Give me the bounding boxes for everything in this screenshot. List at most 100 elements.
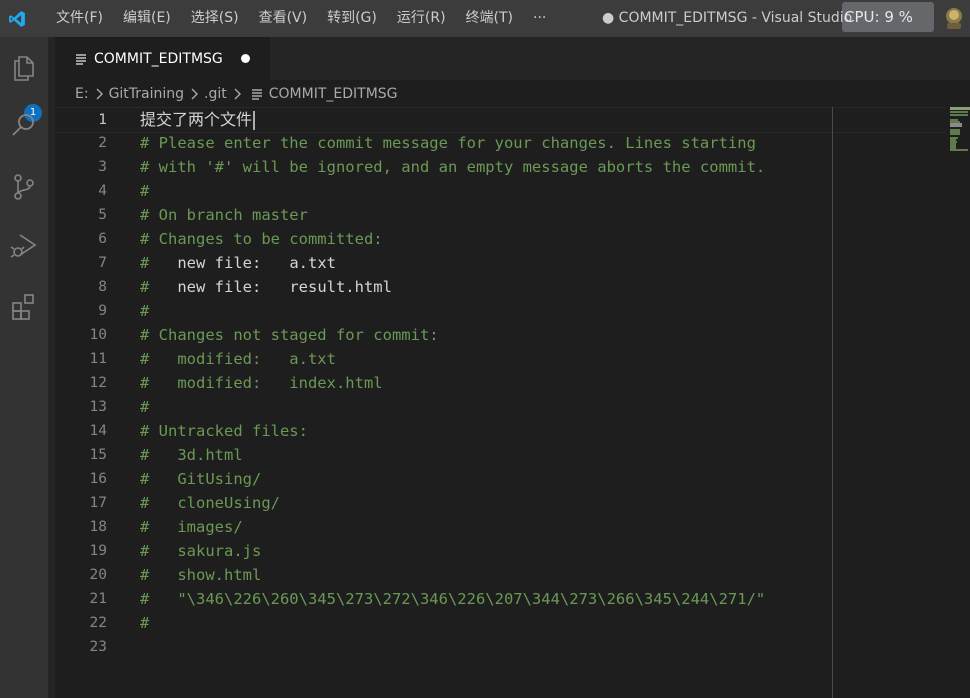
menu-edit[interactable]: 编辑(E) <box>113 0 181 37</box>
editor-line[interactable]: 4 # <box>55 179 945 203</box>
line-text[interactable]: # Please enter the commit message for yo… <box>140 131 756 155</box>
line-text[interactable]: # new file: a.txt <box>140 251 336 275</box>
line-number: 22 <box>89 615 107 631</box>
minimap[interactable] <box>950 107 970 153</box>
extensions-icon <box>12 294 34 320</box>
sidebar-edge <box>48 37 55 698</box>
line-text[interactable]: # sakura.js <box>140 539 261 563</box>
editor-line[interactable]: 12 # modified: index.html <box>55 371 945 395</box>
extensions-button[interactable] <box>0 282 48 330</box>
file-lines-icon <box>251 88 262 100</box>
line-number: 19 <box>89 543 107 559</box>
line-text[interactable]: # new file: result.html <box>140 275 392 299</box>
search-icon <box>12 114 34 136</box>
line-text[interactable]: # show.html <box>140 563 261 587</box>
line-text[interactable]: # with '#' will be ignored, and an empty… <box>140 155 765 179</box>
editor-line[interactable]: 6 # Changes to be committed: <box>55 227 945 251</box>
menu-file[interactable]: 文件(F) <box>46 0 113 37</box>
editor-line[interactable]: 20 # show.html <box>55 563 945 587</box>
breadcrumb-drive[interactable]: E: <box>75 86 89 102</box>
line-text[interactable]: # <box>140 179 149 203</box>
line-number: 15 <box>89 447 107 463</box>
editor-line[interactable]: 18 # images/ <box>55 515 945 539</box>
line-text[interactable]: # <box>140 611 149 635</box>
chevron-right-icon <box>96 88 103 99</box>
text-cursor <box>253 111 256 130</box>
line-text[interactable]: # "\346\226\260\345\273\272\346\226\207\… <box>140 587 765 611</box>
breadcrumb-subfolder[interactable]: .git <box>204 86 227 102</box>
editor-line[interactable]: 23 <box>55 635 945 659</box>
editor-line[interactable]: 19 # sakura.js <box>55 539 945 563</box>
breadcrumb-folder[interactable]: GitTraining <box>109 86 184 102</box>
line-text[interactable]: # Changes to be committed: <box>140 227 383 251</box>
source-control-button[interactable] <box>0 163 48 211</box>
menu-bar: 文件(F) 编辑(E) 选择(S) 查看(V) 转到(G) 运行(R) 终端(T… <box>46 0 556 37</box>
line-text[interactable]: # 3d.html <box>140 443 243 467</box>
line-number: 12 <box>89 375 107 391</box>
line-text[interactable]: # GitUsing/ <box>140 467 261 491</box>
line-number: 14 <box>89 423 107 439</box>
title-bar: 文件(F) 编辑(E) 选择(S) 查看(V) 转到(G) 运行(R) 终端(T… <box>0 0 970 37</box>
line-number: 23 <box>89 639 107 655</box>
editor-line[interactable]: 3 # with '#' will be ignored, and an empt… <box>55 155 945 179</box>
editor-line[interactable]: 11 # modified: a.txt <box>55 347 945 371</box>
editor-ruler <box>832 107 833 698</box>
chevron-right-icon <box>234 88 241 99</box>
vscode-logo-icon <box>9 10 25 27</box>
line-number: 11 <box>89 351 107 367</box>
menu-view[interactable]: 查看(V) <box>249 0 318 37</box>
line-text[interactable]: # On branch master <box>140 203 308 227</box>
menu-run[interactable]: 运行(R) <box>387 0 456 37</box>
editor-line[interactable]: 13 # <box>55 395 945 419</box>
cpu-usage-overlay: CPU: 9 % <box>842 2 934 32</box>
menu-terminal[interactable]: 终端(T) <box>456 0 523 37</box>
line-text[interactable]: # <box>140 299 149 323</box>
chevron-right-icon <box>191 88 199 99</box>
menu-go[interactable]: 转到(G) <box>317 0 387 37</box>
unsaved-dot-icon[interactable] <box>240 54 250 63</box>
editor-line[interactable]: 8 # new file: result.html <box>55 275 945 299</box>
line-number: 7 <box>98 255 107 271</box>
menu-more-button[interactable]: ··· <box>523 0 556 37</box>
explorer-button[interactable] <box>0 44 48 92</box>
line-number: 21 <box>89 591 107 607</box>
line-number: 18 <box>89 519 107 535</box>
editor-line[interactable]: 9 # <box>55 299 945 323</box>
line-number: 3 <box>98 159 107 175</box>
line-text[interactable]: # cloneUsing/ <box>140 491 280 515</box>
run-debug-icon <box>10 234 37 258</box>
editor-line[interactable]: 15 # 3d.html <box>55 443 945 467</box>
line-text[interactable]: # modified: a.txt <box>140 347 336 371</box>
line-number: 20 <box>89 567 107 583</box>
line-text[interactable]: # Untracked files: <box>140 419 308 443</box>
code-editor[interactable]: 1 提交了两个文件 2 # Please enter the commit mes… <box>55 107 970 698</box>
editor-line[interactable]: 16 # GitUsing/ <box>55 467 945 491</box>
editor-line[interactable]: 17 # cloneUsing/ <box>55 491 945 515</box>
line-number: 9 <box>98 303 107 319</box>
breadcrumb: E: GitTraining .git COMMIT_EDITMSG <box>55 80 970 107</box>
tab-label: COMMIT_EDITMSG <box>94 50 223 67</box>
line-text[interactable]: # images/ <box>140 515 243 539</box>
editor-line[interactable]: 21 # "\346\226\260\345\273\272\346\226\20… <box>55 587 945 611</box>
editor-line[interactable]: 2 # Please enter the commit message for y… <box>55 131 945 155</box>
editor-line[interactable]: 7 # new file: a.txt <box>55 251 945 275</box>
run-debug-button[interactable] <box>0 222 48 270</box>
breadcrumb-file[interactable]: COMMIT_EDITMSG <box>269 86 398 102</box>
editor-line[interactable]: 14 # Untracked files: <box>55 419 945 443</box>
staged-file-entry: new file: result.html <box>149 278 392 296</box>
line-number: 2 <box>98 135 107 151</box>
search-button[interactable] <box>0 101 48 149</box>
mascot-icon <box>946 8 962 29</box>
tab-commit-editmsg[interactable]: COMMIT_EDITMSG <box>55 37 270 80</box>
line-number: 13 <box>89 399 107 415</box>
editor-line[interactable]: 10 # Changes not staged for commit: <box>55 323 945 347</box>
line-text[interactable]: # <box>140 395 149 419</box>
editor-line[interactable]: 22 # <box>55 611 945 635</box>
line-number: 5 <box>98 207 107 223</box>
editor-line[interactable]: 5 # On branch master <box>55 203 945 227</box>
editor-line[interactable]: 1 提交了两个文件 <box>55 107 945 133</box>
line-text[interactable]: # Changes not staged for commit: <box>140 323 439 347</box>
menu-selection[interactable]: 选择(S) <box>181 0 249 37</box>
line-text[interactable]: # modified: index.html <box>140 371 383 395</box>
line-text[interactable]: 提交了两个文件 <box>140 108 256 132</box>
